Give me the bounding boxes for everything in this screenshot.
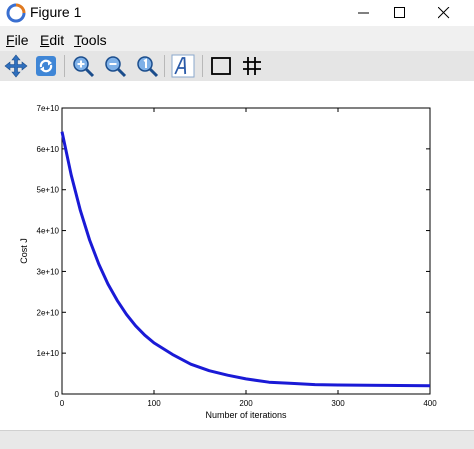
menu-tools-accel: T: [74, 32, 81, 48]
x-tick-label: 400: [423, 399, 437, 408]
maximize-icon: [394, 7, 405, 18]
text-insert-button[interactable]: [171, 54, 195, 78]
grid-icon: [243, 57, 261, 75]
y-tick-label: 1e+10: [37, 349, 60, 358]
menu-edit-accel: E: [40, 32, 50, 48]
pan-icon: [4, 54, 28, 78]
y-tick-label: 6e+10: [37, 145, 60, 154]
y-tick-label: 4e+10: [37, 227, 60, 236]
close-button[interactable]: [422, 0, 466, 26]
zoom-in-button[interactable]: [71, 54, 95, 78]
y-axis-label: Cost J: [19, 238, 29, 264]
y-tick-label: 0: [55, 390, 60, 399]
window-title: Figure 1: [30, 4, 82, 20]
menu-bar: File Edit Tools: [0, 30, 474, 50]
text-insert-icon: [171, 54, 195, 78]
x-tick-label: 300: [331, 399, 345, 408]
title-bar: Figure 1: [0, 0, 474, 26]
zoom-reset-icon: [137, 56, 159, 78]
menu-file-label: ile: [14, 32, 29, 48]
pan-button[interactable]: [4, 54, 28, 78]
menu-edit[interactable]: Edit: [40, 32, 64, 48]
axes-box-icon: [211, 57, 231, 75]
cost-chart: 0 100 200 300 400 0 1e+10 2e+10 3e+10 4e+10 5e+10 6…: [19, 104, 437, 420]
y-tick-label: 5e+10: [37, 186, 60, 195]
rotate-button[interactable]: [34, 54, 58, 78]
rotate-icon: [36, 56, 56, 76]
maximize-button[interactable]: [378, 0, 422, 26]
x-axis-label: Number of iterations: [205, 410, 287, 420]
y-tick-label: 2e+10: [37, 308, 60, 317]
menu-tools[interactable]: Tools: [74, 32, 107, 48]
plot-area: [61, 107, 431, 395]
y-tick-label: 7e+10: [37, 104, 60, 113]
toolbar-separator: [164, 55, 165, 77]
axes-box-button[interactable]: [209, 54, 233, 78]
y-tick-label: 3e+10: [37, 267, 60, 276]
toolbar-separator: [202, 55, 203, 77]
x-tick-label: 0: [60, 399, 65, 408]
toolbar: [0, 51, 474, 81]
grid-button[interactable]: [240, 54, 264, 78]
menu-file-accel: F: [6, 32, 15, 48]
zoom-out-button[interactable]: [103, 54, 127, 78]
toolbar-separator: [64, 55, 65, 77]
menu-tools-label: ools: [81, 32, 107, 48]
x-tick-label: 200: [239, 399, 253, 408]
zoom-reset-button[interactable]: [135, 54, 159, 78]
x-tick-label: 100: [147, 399, 161, 408]
zoom-in-icon: [73, 56, 95, 78]
minimize-icon: [358, 12, 369, 14]
menu-edit-label: dit: [49, 32, 65, 48]
menu-file[interactable]: File: [6, 32, 29, 48]
close-icon: [438, 7, 450, 19]
status-bar: [0, 430, 474, 449]
zoom-out-icon: [105, 56, 127, 78]
figure-canvas: 0 100 200 300 400 0 1e+10 2e+10 3e+10 4e+10 5e+10 6…: [0, 81, 474, 430]
octave-app-icon: [6, 3, 26, 23]
